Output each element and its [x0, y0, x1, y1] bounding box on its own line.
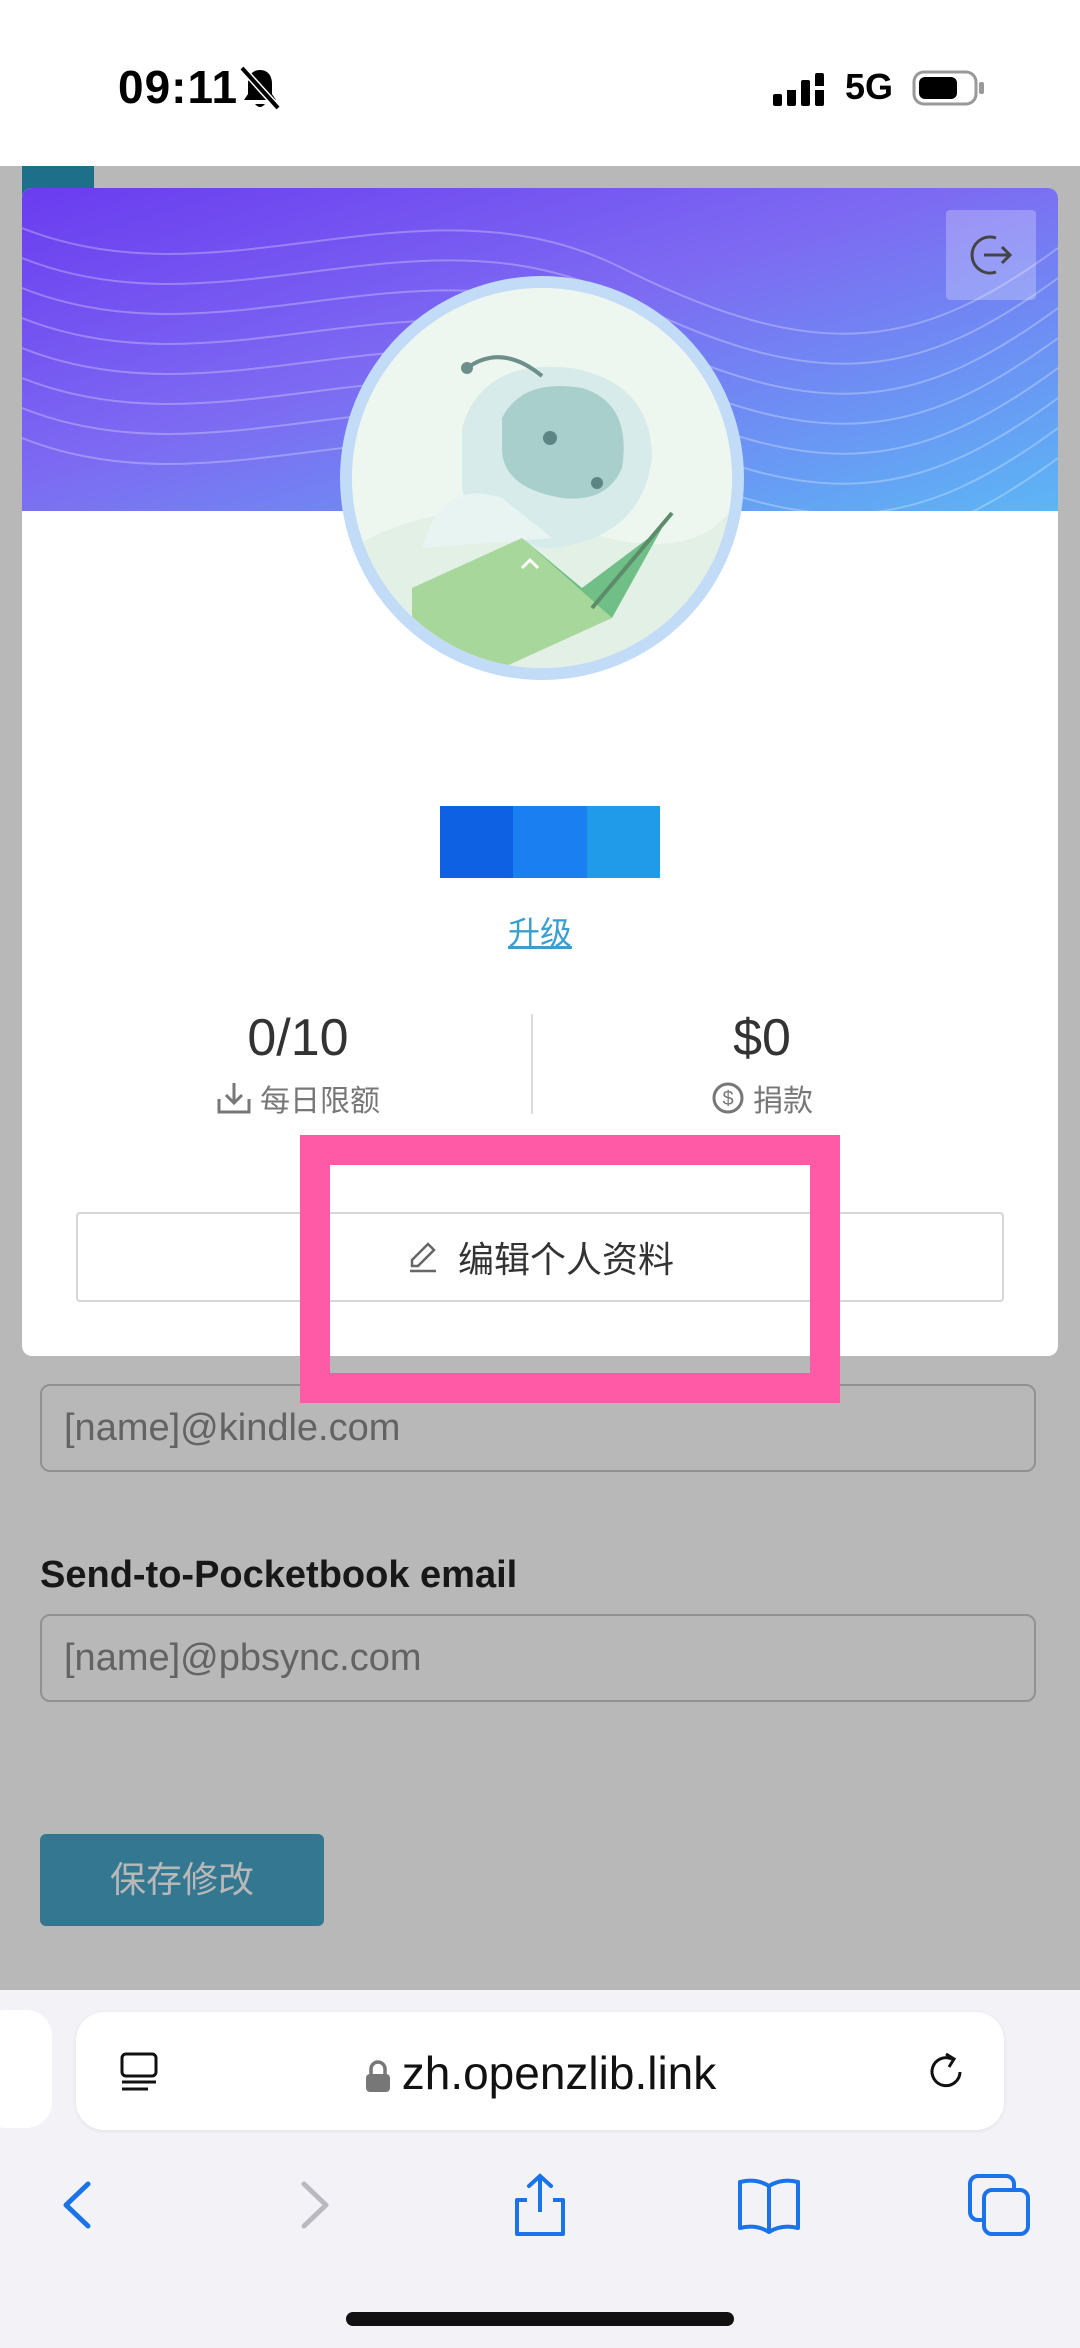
forward-icon[interactable]	[278, 2170, 348, 2240]
logout-button[interactable]	[946, 210, 1036, 300]
donation-label: 捐款	[753, 1085, 813, 1118]
lock-icon	[365, 2060, 390, 2092]
network-type: 5G	[845, 66, 894, 107]
highlight-box	[300, 1135, 840, 1403]
address-bar[interactable]: zh.openzlib.link	[76, 2012, 1004, 2130]
status-time: 09:11	[118, 61, 239, 113]
upgrade-link[interactable]: 升级	[22, 908, 1058, 954]
signal-icon	[773, 73, 824, 106]
browser-toolbar: zh.openzlib.link	[0, 1990, 1080, 2348]
share-icon[interactable]	[505, 2170, 575, 2240]
home-indicator	[346, 2312, 734, 2326]
dollar-circle-icon: $	[712, 1082, 744, 1114]
logout-icon	[970, 235, 1013, 275]
robot-reading-icon	[352, 288, 732, 668]
username-redacted	[440, 806, 660, 878]
url-display[interactable]: zh.openzlib.link	[76, 2046, 1004, 2100]
donation-value: $0	[733, 1009, 791, 1067]
donation-stat: $0 $ 捐款	[552, 1008, 972, 1120]
tabs-icon[interactable]	[964, 2170, 1034, 2240]
url-text: zh.openzlib.link	[401, 2047, 717, 2099]
back-icon[interactable]	[44, 2170, 114, 2240]
daily-limit-stat: 0/10 每日限额	[88, 1008, 508, 1120]
bookmarks-icon[interactable]	[734, 2170, 804, 2240]
daily-limit-label: 每日限额	[260, 1085, 380, 1118]
status-bar: 09:11 5G	[0, 0, 1080, 166]
download-icon	[217, 1083, 251, 1114]
avatar[interactable]	[352, 288, 732, 668]
previous-tab-peek[interactable]	[0, 2010, 52, 2128]
reload-icon[interactable]	[924, 2050, 968, 2094]
daily-limit-value: 0/10	[247, 1009, 349, 1067]
battery-icon	[912, 70, 984, 106]
svg-text:$: $	[722, 1088, 733, 1110]
bell-muted-icon	[239, 65, 281, 111]
stats-divider	[531, 1014, 533, 1114]
